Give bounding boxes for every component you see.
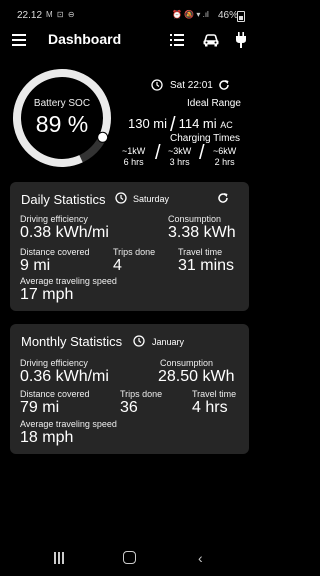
charging-times-label: Charging Times xyxy=(170,133,241,144)
recents-button[interactable] xyxy=(53,552,65,564)
card-title: Daily Statistics xyxy=(21,192,106,207)
driving-efficiency-label: Driving efficiency xyxy=(20,214,88,224)
card-title: Monthly Statistics xyxy=(21,334,123,349)
period-label: Saturday xyxy=(133,194,170,204)
home-button[interactable] xyxy=(123,551,136,564)
average-speed-value: 18 mph xyxy=(20,429,74,446)
status-battery-level: 46% xyxy=(218,10,239,21)
battery-status-icon xyxy=(237,11,245,22)
clock-icon xyxy=(133,335,145,347)
average-speed-value: 17 mph xyxy=(20,286,74,303)
system-nav-bar: ‹ xyxy=(0,544,259,576)
consumption-label: Consumption xyxy=(168,214,222,224)
battery-soc-label: Battery SOC xyxy=(33,98,91,109)
charging-divider: / xyxy=(199,142,205,164)
trips-value: 36 xyxy=(120,399,138,416)
trips-label: Trips done xyxy=(113,247,156,257)
travel-time-label: Travel time xyxy=(178,247,223,257)
back-button[interactable]: ‹ xyxy=(198,550,203,566)
ac-range: 114 mi xyxy=(178,116,217,131)
travel-time-value: 4 hrs xyxy=(192,399,228,416)
daily-statistics-card: Daily Statistics Saturday Driving effici… xyxy=(10,182,249,311)
menu-icon[interactable] xyxy=(12,34,26,46)
travel-time-value: 31 mins xyxy=(178,257,235,274)
dashboard-screen: 22.12 M ⊡ ⊖ ⏰ 🔕 ▾ .ıl 46% Dashboard Batt… xyxy=(0,0,259,576)
consumption-value: 28.50 kWh xyxy=(158,368,235,385)
travel-time-label: Travel time xyxy=(192,389,237,399)
average-speed-label: Average traveling speed xyxy=(20,276,117,286)
trips-label: Trips done xyxy=(120,389,163,399)
distance-label: Distance covered xyxy=(20,389,90,399)
clock-icon xyxy=(115,192,127,204)
rated-range: 130 mi xyxy=(128,116,168,131)
system-icons: ⏰ 🔕 ▾ .ıl xyxy=(172,10,209,19)
distance-value: 9 mi xyxy=(20,257,51,274)
distance-label: Distance covered xyxy=(20,247,90,257)
charging-divider: / xyxy=(155,142,161,164)
app-bar: Dashboard xyxy=(0,28,259,54)
car-icon[interactable] xyxy=(202,32,220,48)
consumption-label: Consumption xyxy=(160,358,214,368)
refresh-icon[interactable] xyxy=(217,192,229,204)
driving-efficiency-label: Driving efficiency xyxy=(20,358,88,368)
charging-option-3kw: ~3kW 3 hrs xyxy=(168,146,192,167)
trips-value: 4 xyxy=(113,257,122,274)
ideal-range-label: Ideal Range xyxy=(187,98,241,109)
driving-efficiency-value: 0.38 kWh/mi xyxy=(20,224,109,241)
driving-efficiency-value: 0.36 kWh/mi xyxy=(20,368,109,385)
clock-icon xyxy=(151,79,163,91)
distance-value: 79 mi xyxy=(20,399,60,416)
charging-option-6kw: ~6kW 2 hrs xyxy=(213,146,237,167)
notification-icons: M ⊡ ⊖ xyxy=(46,10,76,19)
list-icon[interactable] xyxy=(170,33,184,47)
ideal-range-values: 130 mi/114 mi AC xyxy=(128,114,233,136)
last-update-time: Sat 22:01 xyxy=(170,80,213,91)
average-speed-label: Average traveling speed xyxy=(20,419,117,429)
status-bar: 22.12 M ⊡ ⊖ ⏰ 🔕 ▾ .ıl 46% xyxy=(0,0,259,30)
monthly-statistics-card: Monthly Statistics January Driving effic… xyxy=(10,324,249,454)
plug-icon[interactable] xyxy=(236,32,246,48)
battery-soc-gauge: Battery SOC 89 % xyxy=(10,66,114,170)
status-time: 22.12 xyxy=(17,10,43,21)
ac-suffix: AC xyxy=(220,120,233,130)
refresh-icon[interactable] xyxy=(218,79,230,91)
charging-option-1kw: ~1kW 6 hrs xyxy=(122,146,146,167)
period-label: January xyxy=(152,337,185,347)
consumption-value: 3.38 kWh xyxy=(168,224,236,241)
page-title: Dashboard xyxy=(48,31,122,47)
battery-soc-value: 89 % xyxy=(35,111,89,137)
